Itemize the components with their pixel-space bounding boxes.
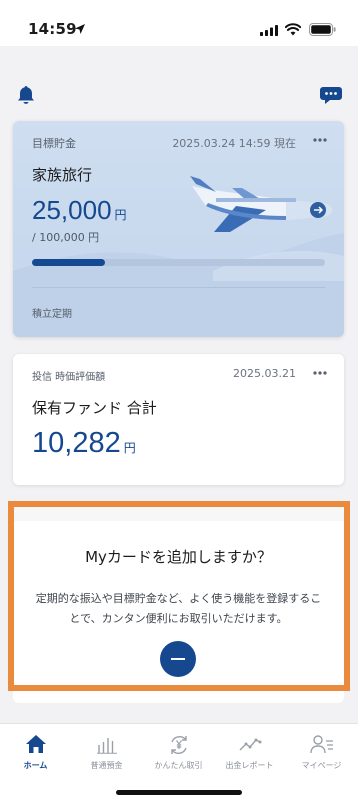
- savings-goal-card[interactable]: 目標貯金 2025.03.24 14:59 現在 家族旅行 25,000 円 / …: [13, 121, 344, 337]
- goal-title: 家族旅行: [32, 166, 93, 184]
- fund-date: 2025.03.21: [233, 367, 296, 380]
- tab-label: マイページ: [301, 761, 342, 770]
- goal-current-amount: 25,000 円: [32, 195, 127, 226]
- divider: [32, 287, 325, 288]
- goal-type-label: 積立定期: [32, 309, 72, 320]
- tab-easy-transaction[interactable]: かんたん取引: [143, 724, 214, 774]
- cellular-signal-icon: [260, 25, 278, 36]
- add-card-title: Myカードを追加しますか？: [85, 548, 272, 566]
- airplane-illustration: [190, 176, 332, 232]
- tab-label: かんたん取引: [154, 761, 203, 770]
- more-options-icon[interactable]: [313, 138, 327, 142]
- add-card-description: 定期的な振込や目標貯金など、よく使う機能を登録することで、カンタン便利にお取引い…: [35, 592, 322, 625]
- tab-savings[interactable]: 普通預金: [71, 724, 142, 774]
- chat-bubble-icon[interactable]: [319, 84, 343, 106]
- goal-category-label: 目標貯金: [32, 137, 76, 150]
- fund-amount-unit: 円: [123, 441, 136, 455]
- add-my-card-panel: Myカードを追加しますか？ 定期的な振込や目標貯金など、よく使う機能を登録するこ…: [13, 503, 344, 703]
- fund-category-label: 投信 時価評価額: [32, 372, 106, 383]
- fund-amount-value: 10,282: [32, 427, 121, 459]
- home-indicator: [116, 790, 242, 795]
- user-list-icon: [309, 735, 333, 754]
- tab-label: 出金レポート: [225, 761, 274, 770]
- fund-title: 保有ファンド 合計: [32, 399, 157, 417]
- tab-withdrawal-report[interactable]: 出金レポート: [214, 724, 285, 774]
- bell-icon[interactable]: [15, 84, 37, 106]
- more-options-icon[interactable]: [313, 371, 327, 375]
- goal-target-amount: / 100,000 円: [32, 231, 100, 244]
- fund-valuation-card[interactable]: 投信 時価評価額 2025.03.21 保有ファンド 合計 10,282 円: [13, 354, 344, 485]
- line-chart-icon: [239, 738, 261, 751]
- status-bar: 14:59: [0, 0, 358, 46]
- plus-icon: [171, 658, 185, 660]
- goal-timestamp: 2025.03.24 14:59 現在: [172, 137, 296, 150]
- bar-chart-icon: [96, 738, 117, 754]
- home-icon: [25, 735, 46, 753]
- goal-progress-bar: [32, 259, 325, 266]
- panel-top-shade: [13, 503, 344, 521]
- status-time: 14:59: [28, 20, 77, 38]
- tab-my-page[interactable]: マイページ: [286, 724, 357, 774]
- battery-icon: [309, 23, 336, 36]
- yen-refresh-icon: [170, 736, 187, 754]
- location-arrow-icon: [75, 24, 85, 34]
- goal-amount-value: 25,000: [32, 195, 112, 225]
- goal-amount-unit: 円: [114, 208, 127, 222]
- goal-progress-fill: [32, 259, 106, 266]
- tab-label: 普通預金: [90, 761, 123, 770]
- add-card-button[interactable]: [160, 641, 196, 677]
- tab-home[interactable]: ホーム: [0, 724, 71, 774]
- tab-label: ホーム: [23, 761, 48, 770]
- wifi-icon: [285, 23, 301, 36]
- fund-total-amount: 10,282 円: [32, 427, 136, 460]
